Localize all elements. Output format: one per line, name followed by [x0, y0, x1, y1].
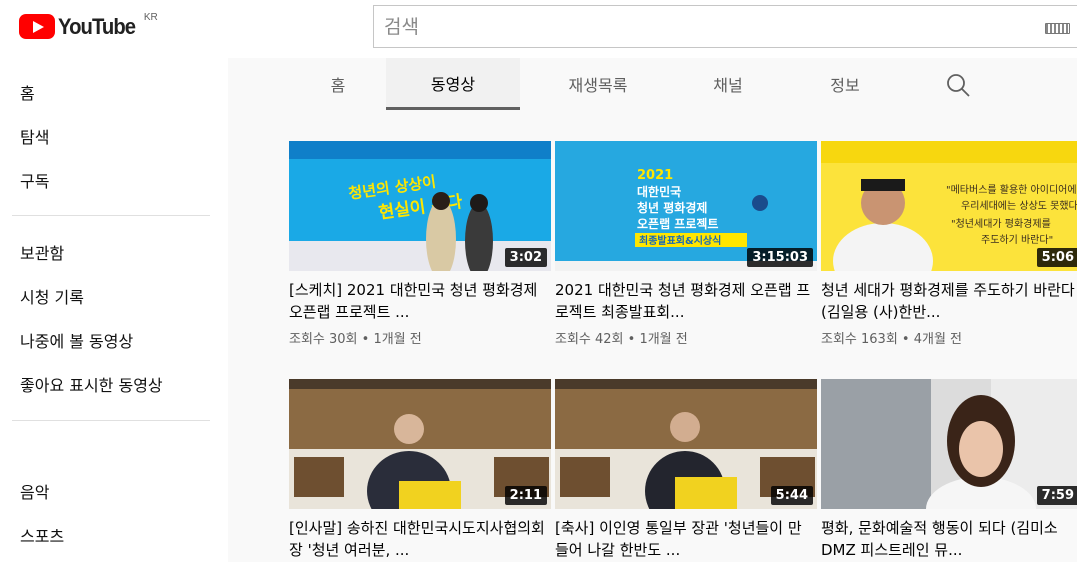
video-duration: 5:06 [1036, 248, 1077, 267]
sidebar-divider [12, 420, 210, 421]
sidebar-item-watch-later[interactable]: 나중에 볼 동영상 [20, 328, 133, 352]
video-title[interactable]: 평화, 문화예술적 행동이 되다 (김미소 DMZ 피스트레인 뮤... [821, 517, 1077, 561]
video-duration: 3:15:03 [747, 248, 813, 267]
video-duration: 7:59 [1036, 486, 1077, 505]
video-title[interactable]: [인사말] 송하진 대한민국시도지사협의회장 '청년 여러분, ... [289, 517, 551, 561]
video-thumbnail[interactable]: 7:59 [821, 379, 1077, 509]
svg-text:대한민국: 대한민국 [637, 184, 681, 199]
video-grid: 청년의 상상이 현실이 된다 3:02 [스케치] 2021 대한민국 청년 평… [228, 110, 1077, 562]
search-input[interactable] [374, 6, 1014, 47]
svg-text:최종발표회&시상식: 최종발표회&시상식 [639, 234, 721, 247]
video-meta: 조회수 42회 • 1개월 전 [555, 332, 688, 347]
video-card[interactable]: 5:44 [축사] 이인영 통일부 장관 '청년들이 만들어 나갈 한반도 ..… [555, 379, 817, 561]
svg-text:"청년세대가 평화경제를: "청년세대가 평화경제를 [951, 217, 1051, 230]
svg-text:"메타버스를 활용한 아이디어에: "메타버스를 활용한 아이디어에 [946, 183, 1077, 196]
logo-region: KR [143, 12, 158, 23]
video-thumbnail[interactable]: 2021 대한민국 청년 평화경제 오픈랩 프로젝트 최종발표회&시상식 3:1… [555, 141, 817, 271]
tab-about[interactable]: 정보 [795, 58, 895, 110]
sidebar: 홈 탐색 구독 보관함 시청 기록 나중에 볼 동영상 좋아요 표시한 동영상 … [0, 58, 228, 562]
sidebar-item-liked-videos[interactable]: 좋아요 표시한 동영상 [20, 372, 163, 396]
sidebar-item-sports[interactable]: 스포츠 [20, 523, 64, 547]
video-duration: 5:44 [770, 486, 813, 505]
sidebar-item-library[interactable]: 보관함 [20, 240, 64, 264]
video-duration: 3:02 [504, 248, 547, 267]
video-title[interactable]: 청년 세대가 평화경제를 주도하기 바란다(김일용 (사)한반... [821, 279, 1077, 323]
video-meta: 조회수 163회 • 4개월 전 [821, 332, 963, 347]
svg-text:우리세대에는 상상도 못했다": 우리세대에는 상상도 못했다" [961, 199, 1077, 212]
sidebar-item-history[interactable]: 시청 기록 [20, 284, 84, 308]
svg-text:오픈랩 프로젝트: 오픈랩 프로젝트 [637, 216, 718, 231]
youtube-play-icon [19, 14, 55, 39]
channel-tabs: 홈 동영상 재생목록 채널 정보 [228, 58, 1077, 110]
video-title[interactable]: 2021 대한민국 청년 평화경제 오픈랩 프로젝트 최종발표회... [555, 279, 817, 323]
video-thumbnail[interactable]: 2:11 [289, 379, 551, 509]
video-thumbnail[interactable]: "메타버스를 활용한 아이디어에 우리세대에는 상상도 못했다" "청년세대가 … [821, 141, 1077, 271]
video-title[interactable]: [스케치] 2021 대한민국 청년 평화경제 오픈랩 프로젝트 ... [289, 279, 551, 323]
video-title[interactable]: [축사] 이인영 통일부 장관 '청년들이 만들어 나갈 한반도 ... [555, 517, 817, 561]
tab-playlists[interactable]: 재생목록 [538, 58, 658, 110]
sidebar-item-music[interactable]: 음악 [20, 479, 49, 503]
video-duration: 2:11 [504, 486, 547, 505]
video-thumbnail[interactable]: 청년의 상상이 현실이 된다 3:02 [289, 141, 551, 271]
search-box[interactable] [373, 5, 1077, 48]
tab-home[interactable]: 홈 [288, 58, 388, 110]
sidebar-item-explore[interactable]: 탐색 [20, 124, 49, 148]
video-card[interactable]: 청년의 상상이 현실이 된다 3:02 [스케치] 2021 대한민국 청년 평… [289, 141, 551, 347]
tab-videos[interactable]: 동영상 [386, 58, 520, 110]
sidebar-item-home[interactable]: 홈 [20, 80, 35, 104]
youtube-logo[interactable]: YouTube KR [19, 12, 158, 40]
video-meta: 조회수 30회 • 1개월 전 [289, 332, 422, 347]
sidebar-divider [12, 215, 210, 216]
keyboard-icon[interactable] [1045, 23, 1070, 34]
video-card[interactable]: "메타버스를 활용한 아이디어에 우리세대에는 상상도 못했다" "청년세대가 … [821, 141, 1077, 347]
svg-text:청년 평화경제: 청년 평화경제 [637, 200, 707, 215]
sidebar-item-subscriptions[interactable]: 구독 [20, 168, 49, 192]
logo-text: YouTube [58, 14, 136, 39]
search-icon[interactable] [945, 72, 971, 98]
video-card[interactable]: 2021 대한민국 청년 평화경제 오픈랩 프로젝트 최종발표회&시상식 3:1… [555, 141, 817, 347]
video-card[interactable]: 2:11 [인사말] 송하진 대한민국시도지사협의회장 '청년 여러분, ... [289, 379, 551, 561]
svg-text:2021: 2021 [637, 168, 673, 183]
tab-channels[interactable]: 채널 [678, 58, 778, 110]
video-thumbnail[interactable]: 5:44 [555, 379, 817, 509]
svg-text:주도하기 바란다": 주도하기 바란다" [981, 233, 1053, 246]
video-card[interactable]: 7:59 평화, 문화예술적 행동이 되다 (김미소 DMZ 피스트레인 뮤..… [821, 379, 1077, 561]
